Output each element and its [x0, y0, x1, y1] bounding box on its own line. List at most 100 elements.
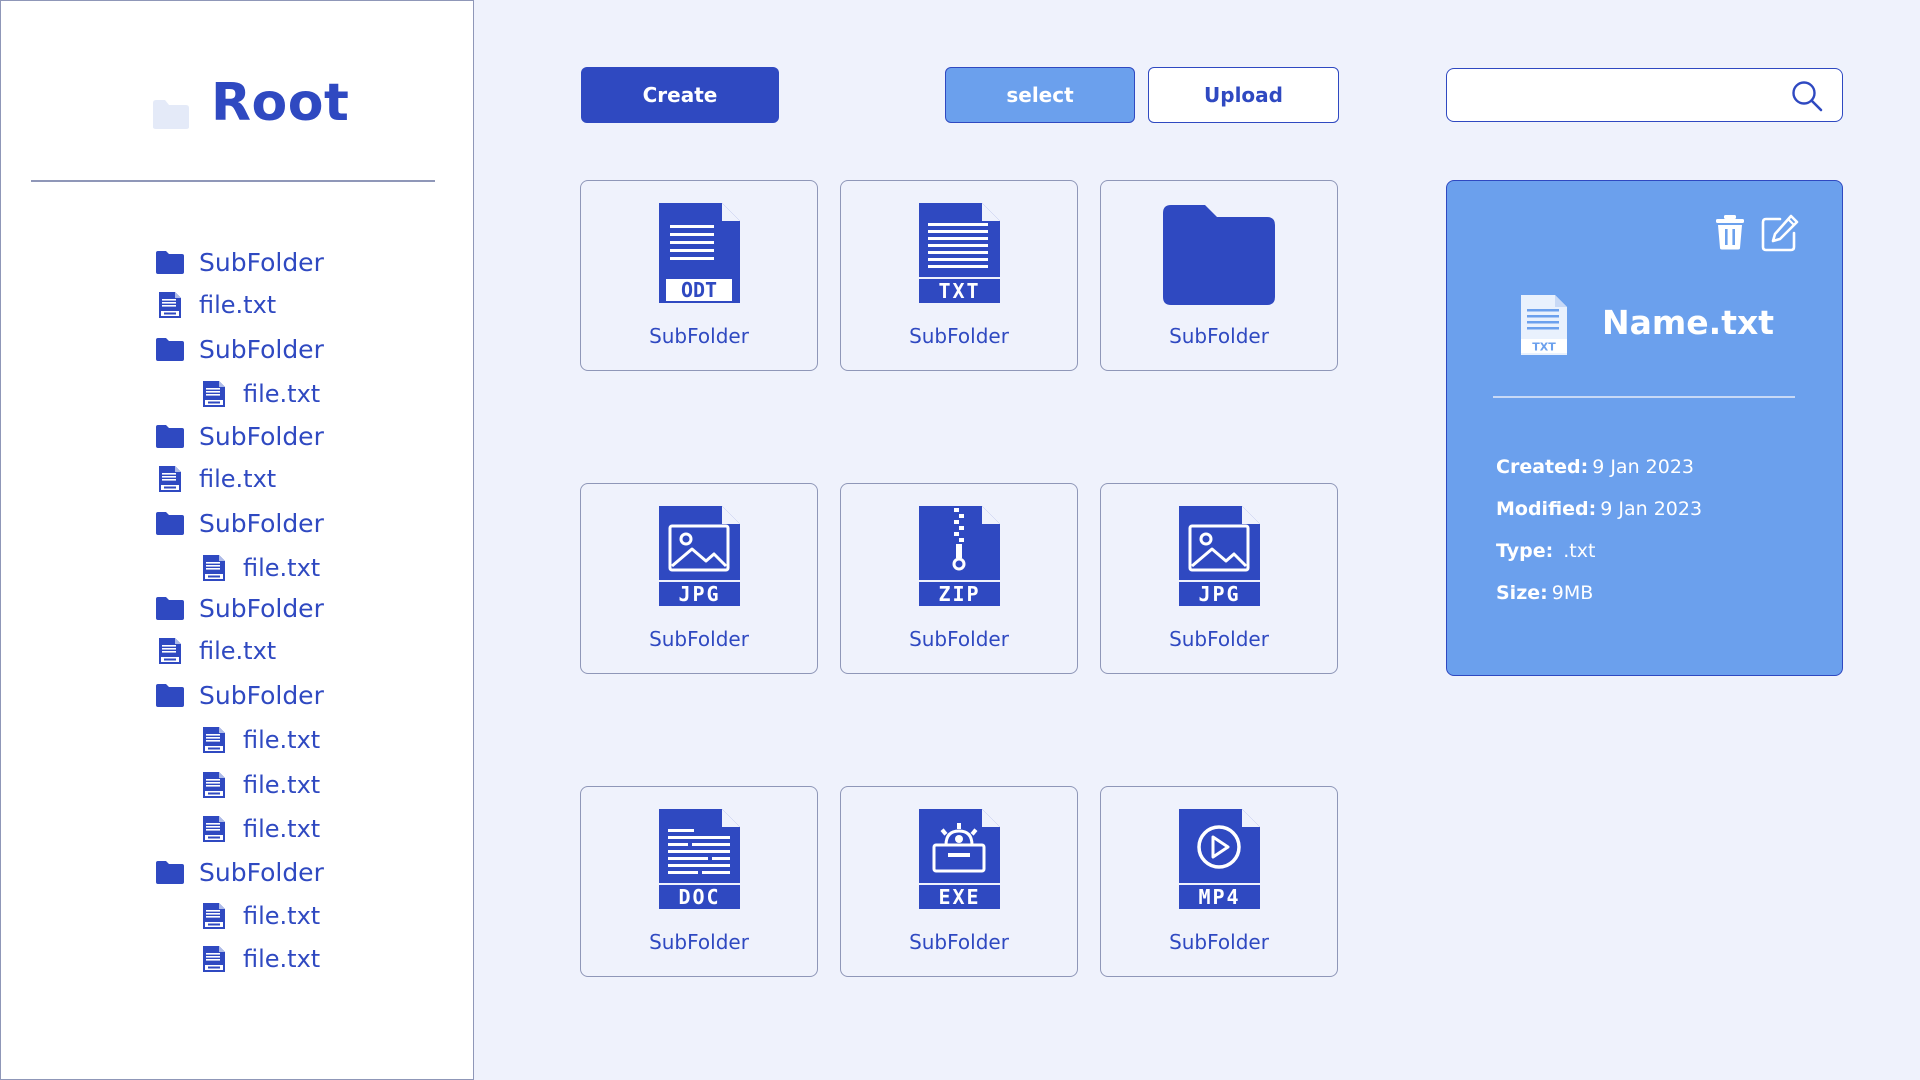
created-label: Created:	[1496, 456, 1589, 478]
type-value: .txt	[1563, 540, 1596, 562]
folder-icon	[155, 334, 185, 364]
tree-file-item[interactable]: file.txt	[199, 376, 320, 412]
type-label: Type:	[1496, 540, 1554, 562]
created-row: Created: 9 Jan 2023	[1496, 456, 1694, 478]
created-value: 9 Jan 2023	[1592, 456, 1695, 478]
tree-item-label: file.txt	[243, 945, 321, 973]
modified-value: 9 Jan 2023	[1600, 498, 1703, 520]
file-tile[interactable]: MP4 SubFolder	[1100, 786, 1338, 977]
size-label: Size:	[1496, 582, 1548, 604]
jpg-file-icon: JPG	[656, 504, 742, 608]
svg-text:ODT: ODT	[681, 278, 717, 302]
tree-file-item[interactable]: file.txt	[199, 898, 320, 934]
file-tile[interactable]: ODT SubFolder	[580, 180, 818, 371]
tile-label: SubFolder	[1169, 930, 1269, 954]
search-input[interactable]	[1459, 77, 1783, 115]
tree-file-item[interactable]: file.txt	[155, 287, 276, 323]
tree-item-label: file.txt	[243, 726, 321, 754]
file-tile[interactable]: TXT SubFolder	[840, 180, 1078, 371]
file-tile[interactable]: JPG SubFolder	[1100, 483, 1338, 674]
tree-item-label: file.txt	[199, 465, 277, 493]
trash-icon[interactable]	[1715, 214, 1745, 250]
svg-text:EXE: EXE	[938, 885, 980, 909]
tree-file-item[interactable]: file.txt	[155, 461, 276, 497]
tree-item-label: file.txt	[199, 637, 277, 665]
tree-item-label: file.txt	[243, 554, 321, 582]
tree-folder-item[interactable]: SubFolder	[155, 331, 324, 367]
file-tile[interactable]: ZIP SubFolder	[840, 483, 1078, 674]
file-tile[interactable]: JPG SubFolder	[580, 483, 818, 674]
txt-file-icon	[199, 814, 229, 844]
tree-folder-item[interactable]: SubFolder	[155, 854, 324, 890]
mp4-file-icon: MP4	[1176, 807, 1262, 911]
tree-item-label: SubFolder	[199, 421, 324, 451]
create-button[interactable]: Create	[581, 67, 779, 123]
root-header[interactable]: Root	[151, 63, 349, 143]
file-badge: TXT	[1532, 341, 1556, 354]
tile-label: SubFolder	[909, 930, 1009, 954]
search-icon[interactable]	[1790, 79, 1824, 113]
svg-text:DOC: DOC	[678, 885, 720, 909]
details-panel: TXT Name.txt Created: 9 Jan 2023 Modified…	[1446, 180, 1843, 676]
tree-file-item[interactable]: file.txt	[199, 722, 320, 758]
tile-label: SubFolder	[649, 627, 749, 651]
tree-item-label: file.txt	[243, 902, 321, 930]
svg-text:JPG: JPG	[678, 582, 720, 606]
svg-text:JPG: JPG	[1198, 582, 1240, 606]
tree-item-label: file.txt	[199, 291, 277, 319]
doc-file-icon: DOC	[656, 807, 742, 911]
file-tile[interactable]: EXE SubFolder	[840, 786, 1078, 977]
tile-label: SubFolder	[1169, 627, 1269, 651]
select-button[interactable]: select	[945, 67, 1135, 123]
tree-item-label: SubFolder	[199, 680, 324, 710]
tree-folder-item[interactable]: SubFolder	[155, 590, 324, 626]
tree-file-item[interactable]: file.txt	[155, 633, 276, 669]
tree-item-label: SubFolder	[199, 247, 324, 277]
tree-folder-item[interactable]: SubFolder	[155, 677, 324, 713]
tree-folder-item[interactable]: SubFolder	[155, 418, 324, 454]
folder-icon	[153, 100, 189, 129]
sidebar: Root SubFolder file.txt SubFolder file.txt S…	[0, 0, 474, 1080]
tile-label: SubFolder	[909, 324, 1009, 348]
folder-icon	[155, 247, 185, 277]
svg-text:ZIP: ZIP	[938, 582, 980, 606]
tree-file-item[interactable]: file.txt	[199, 767, 320, 803]
folder-icon	[155, 857, 185, 887]
folder-icon	[1161, 203, 1277, 307]
tile-label: SubFolder	[649, 930, 749, 954]
upload-button[interactable]: Upload	[1148, 67, 1339, 123]
tree-folder-item[interactable]: SubFolder	[155, 505, 324, 541]
svg-text:MP4: MP4	[1198, 885, 1240, 909]
odt-file-icon: ODT	[656, 201, 742, 305]
tree-file-item[interactable]: file.txt	[199, 811, 320, 847]
tree-file-item[interactable]: file.txt	[199, 941, 320, 977]
file-tile[interactable]: DOC SubFolder	[580, 786, 818, 977]
exe-file-icon: EXE	[916, 807, 1002, 911]
tree-file-item[interactable]: file.txt	[199, 550, 320, 586]
search-box[interactable]	[1446, 68, 1843, 122]
txt-file-icon	[199, 553, 229, 583]
zip-file-icon: ZIP	[916, 504, 1002, 608]
file-name: Name.txt	[1602, 303, 1775, 342]
tree-item-label: SubFolder	[199, 508, 324, 538]
txt-file-icon	[199, 944, 229, 974]
size-value: 9MB	[1551, 582, 1594, 604]
tree-item-label: file.txt	[243, 771, 321, 799]
folder-icon	[155, 421, 185, 451]
txt-file-icon: TXT	[916, 201, 1002, 305]
tree-item-label: file.txt	[243, 815, 321, 843]
txt-file-icon	[199, 770, 229, 800]
tile-label: SubFolder	[909, 627, 1009, 651]
file-tile[interactable]: SubFolder	[1100, 180, 1338, 371]
folder-icon	[155, 508, 185, 538]
modified-label: Modified:	[1496, 498, 1597, 520]
tree-folder-item[interactable]: SubFolder	[155, 244, 324, 280]
tile-label: SubFolder	[649, 324, 749, 348]
txt-file-icon: TXT	[1521, 295, 1567, 355]
jpg-file-icon: JPG	[1176, 504, 1262, 608]
tree-item-label: file.txt	[243, 380, 321, 408]
tree-item-label: SubFolder	[199, 857, 324, 887]
edit-icon[interactable]	[1760, 213, 1800, 253]
svg-text:TXT: TXT	[938, 279, 980, 303]
root-title: Root	[211, 73, 350, 133]
